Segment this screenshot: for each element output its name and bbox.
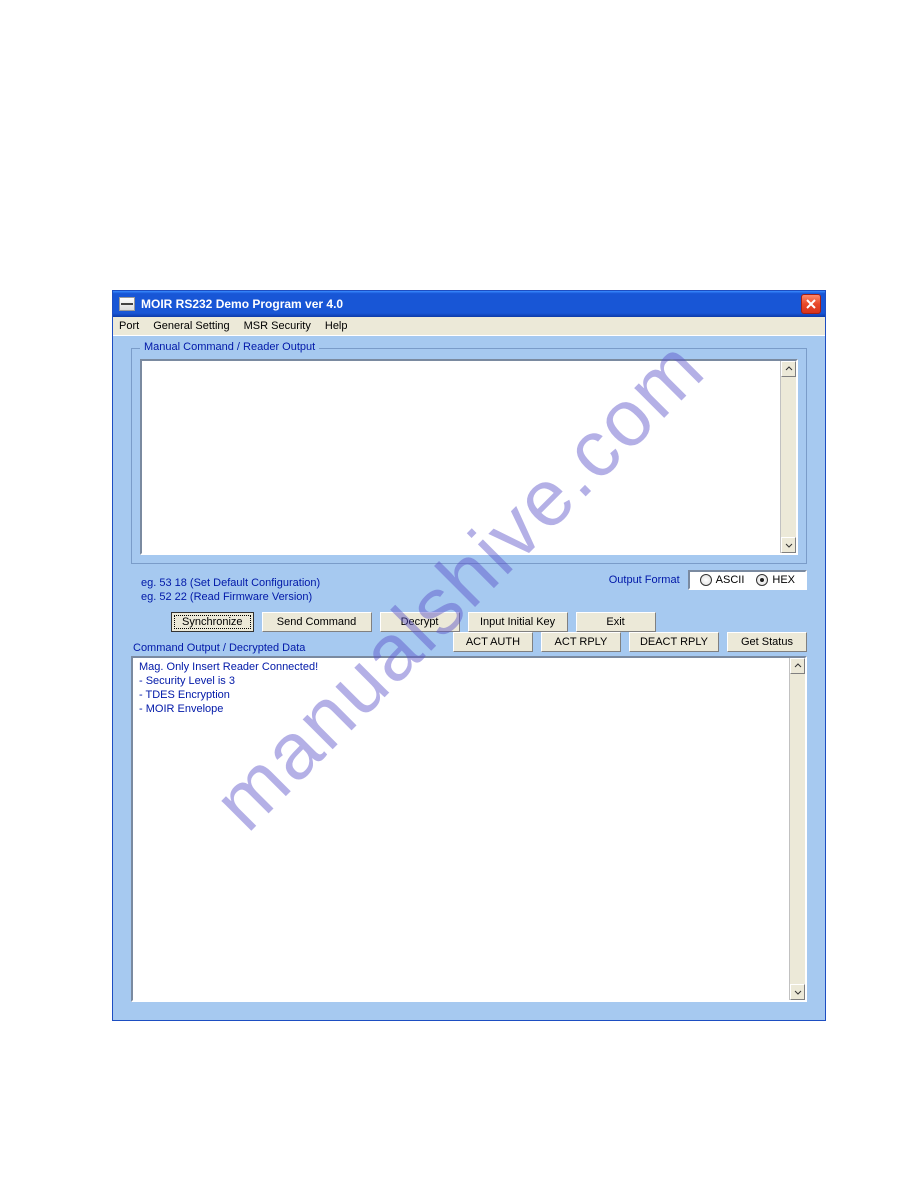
chevron-up-icon — [794, 662, 802, 670]
menubar: Port General Setting MSR Security Help — [113, 317, 825, 336]
menu-general-setting[interactable]: General Setting — [153, 320, 229, 332]
scroll-up-button[interactable] — [781, 361, 796, 377]
manual-command-textarea[interactable] — [140, 359, 798, 555]
radio-hex-label: HEX — [772, 574, 795, 586]
app-icon — [119, 297, 135, 311]
scroll-down-button[interactable] — [790, 984, 805, 1000]
decrypt-button[interactable]: Decrypt — [380, 612, 460, 632]
example-2: eg. 52 22 (Read Firmware Version) — [141, 590, 320, 604]
exit-button[interactable]: Exit — [576, 612, 656, 632]
titlebar[interactable]: MOIR RS232 Demo Program ver 4.0 — [113, 291, 825, 317]
button-row-1: Synchronize Send Command Decrypt Input I… — [171, 612, 807, 632]
radio-icon — [700, 574, 712, 586]
window-title: MOIR RS232 Demo Program ver 4.0 — [141, 297, 801, 311]
output-format-label: Output Format — [609, 574, 680, 586]
menu-port[interactable]: Port — [119, 320, 139, 332]
example-1: eg. 53 18 (Set Default Configuration) — [141, 576, 320, 590]
scrollbar[interactable] — [789, 658, 805, 1000]
input-initial-key-button[interactable]: Input Initial Key — [468, 612, 568, 632]
chevron-down-icon — [785, 541, 793, 549]
act-rply-button[interactable]: ACT RPLY — [541, 632, 621, 652]
client-area: Manual Command / Reader Output — [113, 336, 825, 1020]
deact-rply-button[interactable]: DEACT RPLY — [629, 632, 719, 652]
menu-msr-security[interactable]: MSR Security — [244, 320, 311, 332]
radio-ascii[interactable]: ASCII — [700, 574, 745, 586]
chevron-down-icon — [794, 988, 802, 996]
send-command-button[interactable]: Send Command — [262, 612, 372, 632]
output-line: Mag. Only Insert Reader Connected! — [139, 660, 787, 674]
get-status-button[interactable]: Get Status — [727, 632, 807, 652]
app-window: MOIR RS232 Demo Program ver 4.0 Port Gen… — [112, 290, 826, 1021]
command-output-label: Command Output / Decrypted Data — [133, 642, 305, 654]
close-icon — [806, 299, 816, 309]
output-line: - Security Level is 3 — [139, 674, 787, 688]
command-output-textarea[interactable]: Mag. Only Insert Reader Connected! - Sec… — [131, 656, 807, 1002]
close-button[interactable] — [801, 294, 821, 314]
output-format-group: ASCII HEX — [688, 570, 807, 590]
scrollbar[interactable] — [780, 361, 796, 553]
scroll-up-button[interactable] — [790, 658, 805, 674]
example-hints: eg. 53 18 (Set Default Configuration) eg… — [141, 576, 320, 604]
manual-command-group: Manual Command / Reader Output — [131, 348, 807, 564]
radio-ascii-label: ASCII — [716, 574, 745, 586]
manual-command-label: Manual Command / Reader Output — [140, 341, 319, 353]
radio-icon — [756, 574, 768, 586]
chevron-up-icon — [785, 365, 793, 373]
act-auth-button[interactable]: ACT AUTH — [453, 632, 533, 652]
output-line: - TDES Encryption — [139, 688, 787, 702]
output-line: - MOIR Envelope — [139, 702, 787, 716]
scroll-down-button[interactable] — [781, 537, 796, 553]
radio-hex[interactable]: HEX — [756, 574, 795, 586]
synchronize-button[interactable]: Synchronize — [171, 612, 254, 632]
menu-help[interactable]: Help — [325, 320, 348, 332]
